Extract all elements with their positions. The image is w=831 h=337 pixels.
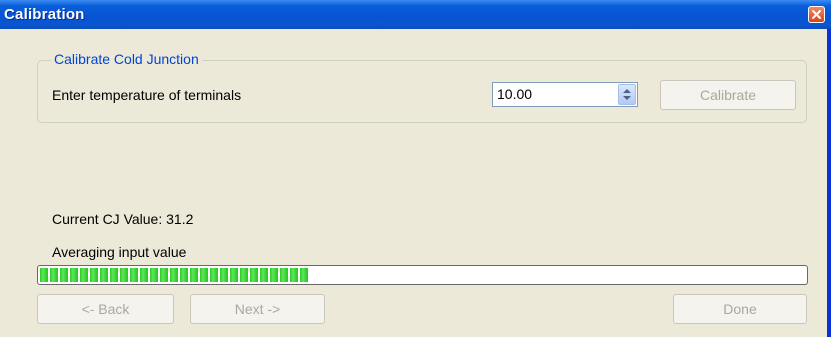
current-cj-value: Current CJ Value: 31.2 [52,211,194,227]
temperature-prompt-label: Enter temperature of terminals [52,87,242,103]
next-button[interactable]: Next -> [190,294,325,324]
progress-bar [37,265,808,285]
progress-fill [40,268,308,282]
spin-buttons[interactable] [618,84,636,105]
done-button[interactable]: Done [673,294,807,324]
group-legend: Calibrate Cold Junction [51,51,202,67]
back-button[interactable]: <- Back [37,294,174,324]
calibration-window: Calibration Calibrate Cold Junction Ente… [0,0,831,337]
progress-label: Averaging input value [52,244,187,260]
temperature-spin-input[interactable]: 10.00 [492,82,638,107]
close-button[interactable] [808,6,825,23]
spin-arrows-icon[interactable] [619,85,635,104]
window-title: Calibration [4,6,85,23]
close-icon [812,10,821,19]
temperature-value[interactable]: 10.00 [497,86,532,102]
title-bar[interactable]: Calibration [0,0,831,29]
calibrate-button[interactable]: Calibrate [660,80,796,110]
